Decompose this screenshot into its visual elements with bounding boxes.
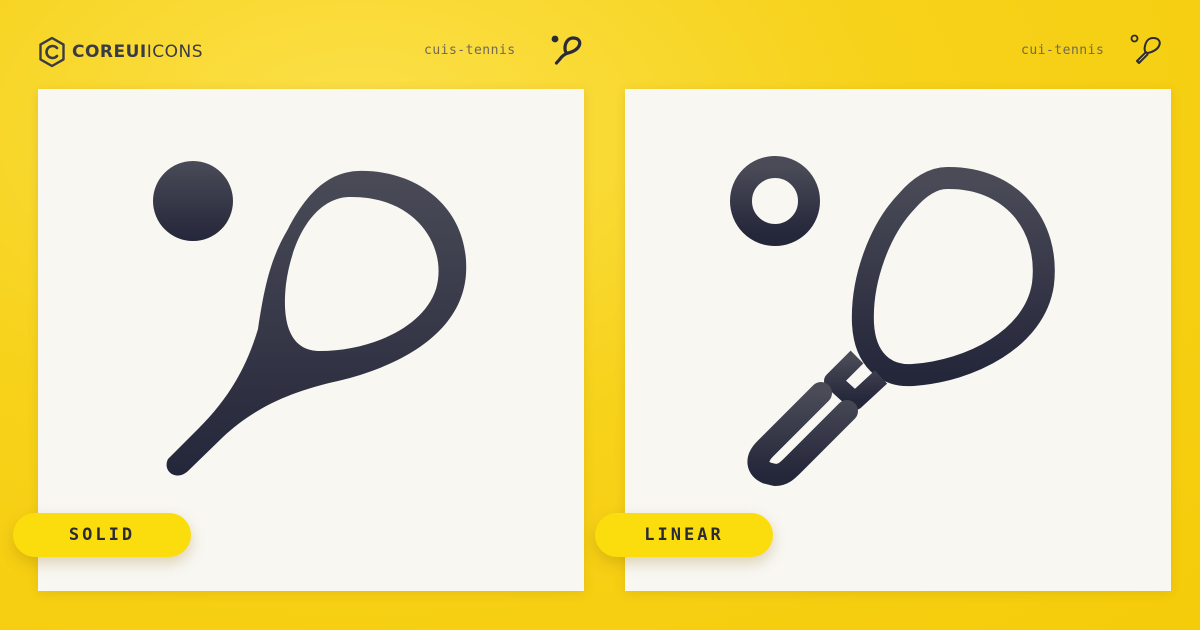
linear-icon-name: cui-tennis: [1021, 43, 1105, 58]
logo-text-thin: ICONS: [146, 42, 204, 62]
coreui-icons-logo: COREUIICONS: [38, 36, 203, 68]
logo-text-bold: COREUI: [72, 42, 147, 62]
tennis-racket-solid-mini-icon: [551, 35, 582, 65]
logo-text: COREUIICONS: [72, 42, 203, 62]
coreui-hexagon-logo-icon: [39, 36, 65, 68]
linear-badge: LINEAR: [595, 513, 773, 557]
solid-badge: SOLID: [13, 513, 191, 557]
solid-icon-name: cuis-tennis: [424, 43, 516, 58]
tennis-racket-linear-mini-icon: [1130, 34, 1161, 64]
